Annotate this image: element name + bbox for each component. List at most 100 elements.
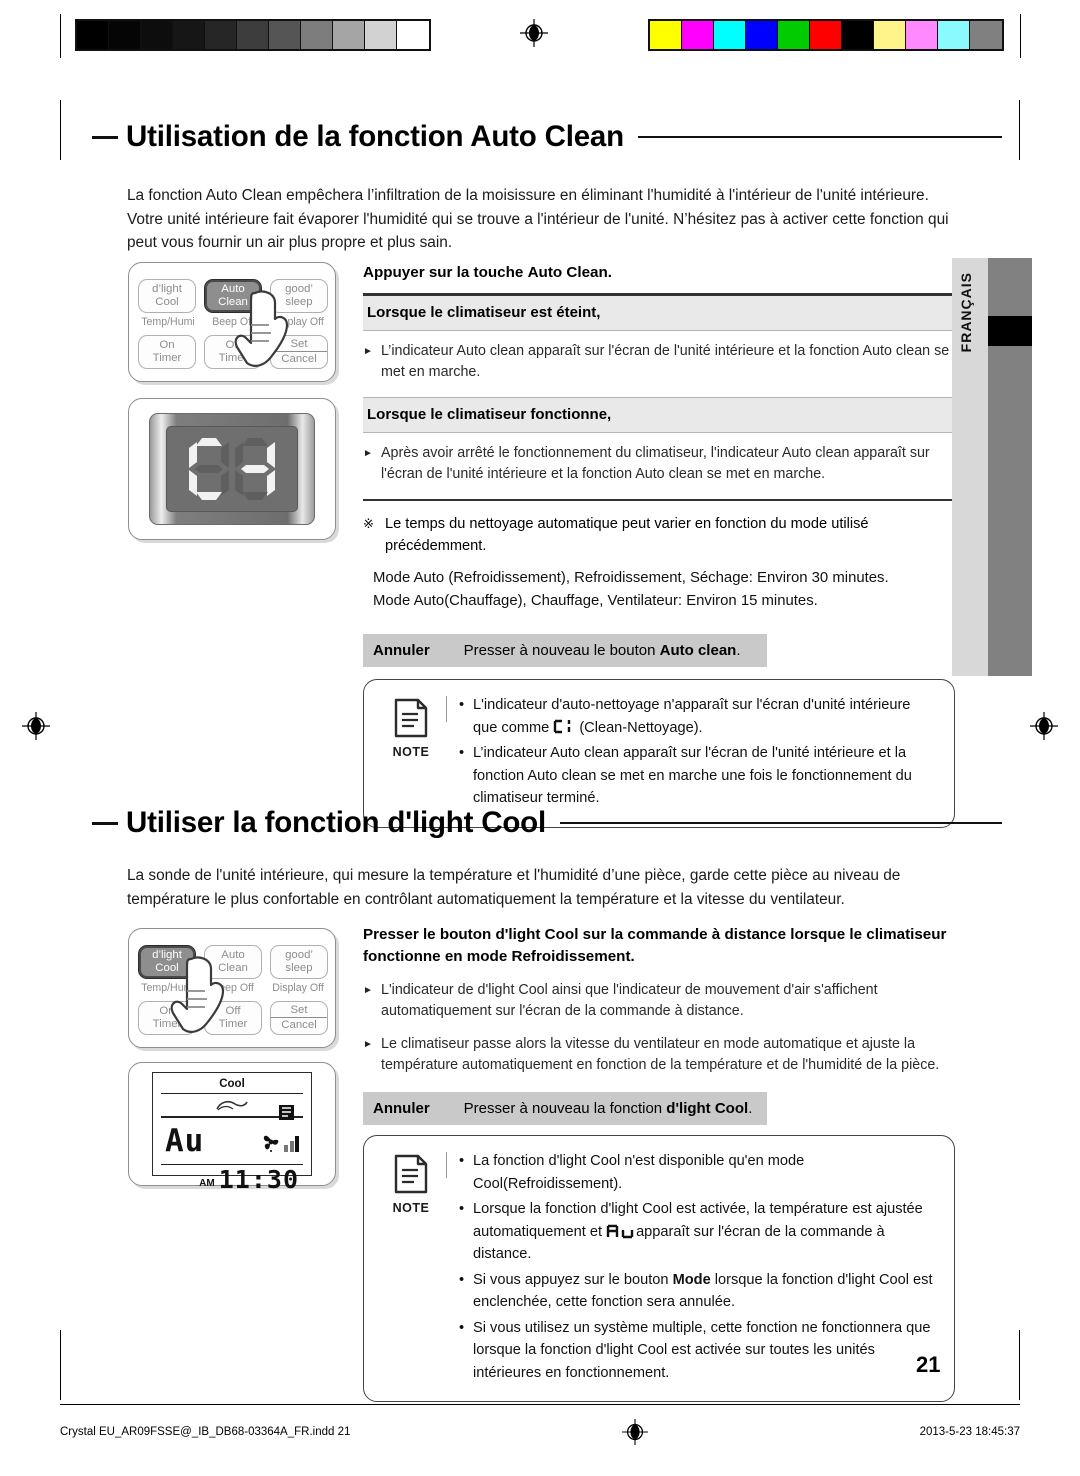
note-item: • Si vous utilisez un système multiple, … [459, 1317, 938, 1385]
lead-suffix: . [607, 264, 612, 281]
note-item-text: Lorsque la fonction d'light Cool est act… [473, 1198, 938, 1266]
gray-swatch-0 [77, 21, 109, 49]
color-swatch-6 [842, 21, 874, 49]
button-line-2: Timer [218, 1018, 248, 1030]
note-divider [446, 1152, 447, 1178]
lcd-ampm-label: AM [199, 1178, 215, 1190]
button-line-2: Cancel [271, 351, 327, 366]
note-box-dlight-cool: NOTE • La fonction d'light Cool n'est di… [363, 1135, 955, 1402]
cancel-prefix: Presser à nouveau la fonction [463, 1100, 667, 1117]
footer-filename: Crystal EU_AR09FSSE@_IB_DB68-03364A_FR.i… [60, 1426, 351, 1438]
bullet-dot-icon: • [459, 697, 465, 713]
color-swatch-0 [650, 21, 682, 49]
display-screen [166, 426, 298, 512]
gray-swatch-10 [397, 21, 429, 49]
crop-mark-right [1020, 14, 1021, 58]
bullet-dot-icon: • [459, 1319, 465, 1336]
remote-button-set-cancel[interactable]: Set Cancel [270, 1001, 328, 1035]
note-item-bold: Mode [672, 1271, 711, 1288]
button-line-1: good’ [285, 283, 313, 295]
color-swatch-4 [778, 21, 810, 49]
button-line-2: Clean [218, 296, 248, 308]
color-swatch-9 [938, 21, 970, 49]
note-label: NOTE [392, 745, 430, 759]
button-line-2: sleep [285, 962, 313, 974]
remote-button-auto-clean[interactable]: Auto Clean [204, 279, 262, 313]
registration-target-icon-right [1030, 712, 1058, 740]
note-item: • Lorsque la fonction d'light Cool est a… [459, 1198, 938, 1266]
indoor-unit-display-illustration [128, 398, 336, 540]
remote-sublabel-display-off: Display Off [272, 316, 324, 328]
remote-button-off-timer[interactable]: Off Timer [204, 335, 262, 369]
heading-tick-mark [92, 821, 118, 825]
seven-segment-digit-l [235, 438, 275, 500]
remote-button-set-cancel[interactable]: Set Cancel [270, 335, 328, 369]
page-title-dlight-cool: Utiliser la fonction d'light Cool [126, 806, 546, 839]
remote-button-good-sleep[interactable]: good’ sleep [270, 945, 328, 979]
remote-button-dlight-cool[interactable]: d’light Cool [138, 279, 196, 313]
clean-segment-icon [554, 719, 571, 733]
button-line-1: Off [225, 1005, 241, 1017]
lcd-clock-value: 11:30 [218, 1165, 299, 1195]
grayscale-swatch-strip [75, 19, 431, 51]
section-heading-dlight-cool: Utiliser la fonction d'light Cool [92, 806, 1002, 840]
note-item: • L’indicateur Auto clean apparaît sur l… [459, 742, 938, 810]
mode-duration-line-2: Mode Auto(Chauffage), Chauffage, Ventila… [373, 592, 818, 609]
triangle-bullet-icon: ► [363, 1039, 373, 1050]
note-document-icon [394, 1154, 428, 1194]
registration-target-icon-footer [621, 1419, 648, 1445]
note-item-text: Si vous utilisez un système multiple, ce… [473, 1319, 931, 1381]
lead-prefix: Presser le bouton [363, 926, 496, 943]
color-swatch-1 [682, 21, 714, 49]
button-line-1: Set [290, 338, 308, 350]
gray-swatch-9 [365, 21, 397, 49]
divider-thick-2 [363, 498, 955, 501]
bullet-dot-icon: • [459, 1201, 465, 1217]
note-badge: NOTE [376, 694, 446, 813]
cancel-suffix: . [736, 642, 741, 659]
lead-prefix: Appuyer sur la touche [363, 264, 528, 281]
star-note-line: ※ Le temps du nettoyage automatique peut… [363, 513, 955, 557]
bullet-dot-icon: • [459, 745, 465, 761]
remote-button-good-sleep[interactable]: good’ sleep [270, 279, 328, 313]
gray-swatch-4 [205, 21, 237, 49]
note-divider [446, 696, 447, 722]
gray-swatch-6 [269, 21, 301, 49]
gray-swatch-5 [237, 21, 269, 49]
lcd-big-value: Au [165, 1122, 205, 1159]
cancel-label: Annuler [373, 642, 430, 659]
button-line-1: On [159, 1005, 175, 1017]
auto-clean-content-column: Appuyer sur la touche Auto Clean. Lorsqu… [363, 262, 955, 828]
remote-button-off-timer[interactable]: Off Timer [204, 1001, 262, 1035]
color-swatch-3 [746, 21, 778, 49]
remote-sublabel-beep-off: Beep Off [212, 982, 254, 994]
triangle-bullet-icon: ► [363, 447, 373, 459]
lcd-divider-1 [161, 1093, 303, 1095]
remote-button-auto-clean[interactable]: Auto Clean [204, 945, 262, 979]
remote-button-on-timer[interactable]: On Timer [138, 1001, 196, 1035]
footer-rule [60, 1404, 1020, 1405]
print-registration-bar [0, 0, 1080, 70]
air-movement-icon [216, 1101, 248, 1111]
dlight-cool-lead-instruction: Presser le bouton d'light Cool sur la co… [363, 924, 955, 968]
note-item-text: L’indicateur Auto clean apparaît sur l'é… [473, 745, 912, 806]
note-item-text-tail: (Clean-Nettoyage). [579, 719, 703, 736]
color-swatch-2 [714, 21, 746, 49]
star-note-text: Le temps du nettoyage automatique peut v… [385, 516, 869, 554]
triangle-bullet-icon: ► [363, 985, 373, 996]
note-label: NOTE [392, 1201, 430, 1215]
lcd-fan-group [260, 1130, 299, 1152]
note-item-text: Si vous appuyez sur le bouton Mode lorsq… [473, 1269, 938, 1314]
button-line-2: Timer [152, 1018, 182, 1030]
lcd-signal-icon [278, 1104, 295, 1126]
remote-button-dlight-cool[interactable]: d’light Cool [138, 945, 196, 979]
lcd-mode-label: Cool [219, 1078, 245, 1090]
note-document-icon [394, 698, 428, 738]
color-swatch-strip [648, 19, 1004, 51]
bullet-dot-icon: • [459, 1153, 465, 1169]
remote-button-on-timer[interactable]: On Timer [138, 335, 196, 369]
button-line-2: Timer [152, 352, 182, 364]
crop-mark-left [60, 14, 61, 58]
registration-target-icon [520, 19, 548, 47]
remote-sublabel-beep-off: Beep Off [212, 316, 254, 328]
